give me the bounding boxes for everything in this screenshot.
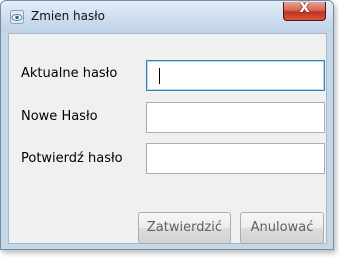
window-title: Zmien hasło	[31, 9, 106, 23]
change-password-dialog: Zmien hasło X Aktualne hasło Nowe Hasło …	[0, 0, 334, 250]
confirm-password-field[interactable]	[146, 143, 325, 174]
current-password-label: Aktualne hasło	[21, 66, 118, 81]
new-password-label: Nowe Hasło	[21, 109, 98, 124]
cancel-button[interactable]: Anulować	[240, 212, 324, 244]
text-caret	[159, 68, 160, 84]
close-icon: X	[299, 1, 310, 16]
new-password-field[interactable]	[146, 102, 325, 133]
dialog-body: Aktualne hasło Nowe Hasło Potwierdź hasł…	[8, 33, 327, 244]
title-bar[interactable]: Zmien hasło X	[1, 1, 333, 33]
eye-icon	[10, 10, 24, 24]
close-button[interactable]: X	[283, 1, 326, 21]
current-password-field[interactable]	[146, 60, 325, 91]
confirm-button[interactable]: Zatwierdzić	[138, 212, 231, 244]
confirm-password-label: Potwierdź hasło	[21, 151, 123, 166]
